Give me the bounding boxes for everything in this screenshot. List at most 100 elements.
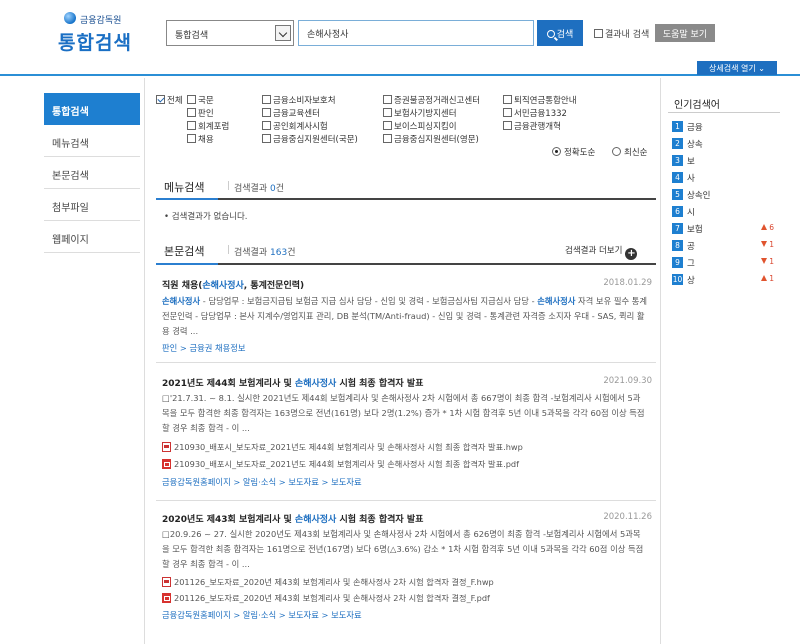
- category-item[interactable]: 보험사기방지센터: [383, 107, 457, 119]
- popular-keyword-item[interactable]: 3보: [672, 155, 776, 167]
- sort-recent[interactable]: 최신순: [612, 146, 647, 158]
- keyword-text: 상속: [687, 140, 703, 150]
- divider: [660, 78, 661, 644]
- within-results-checkbox[interactable]: [594, 29, 603, 38]
- checkbox[interactable]: [187, 95, 196, 104]
- checkbox[interactable]: [383, 95, 392, 104]
- search-input[interactable]: [298, 20, 534, 46]
- help-button[interactable]: 도움말 보기: [655, 24, 715, 42]
- category-item[interactable]: 퇴직연금통합안내: [503, 94, 577, 106]
- category-item[interactable]: 회계포럼: [187, 120, 229, 132]
- category-item[interactable]: 국문: [187, 94, 214, 106]
- more-results-link[interactable]: 검색결과 더보기 +: [565, 244, 638, 260]
- category-item[interactable]: 금융관행개혁: [503, 120, 561, 132]
- rank-badge: 8: [672, 240, 683, 251]
- title-text: 시험 최종 합격자 발표: [336, 515, 424, 525]
- checkbox[interactable]: [503, 95, 512, 104]
- divider: [668, 112, 780, 113]
- category-item[interactable]: 보이스피싱지킴이: [383, 120, 457, 132]
- radio-button[interactable]: [552, 147, 561, 156]
- advanced-search-button[interactable]: 상세검색 열기 ⌄: [697, 61, 777, 75]
- title-text: , 통계전문인력): [243, 281, 305, 291]
- sidebar-item-attachments[interactable]: 첨부파일: [44, 189, 140, 221]
- checkbox[interactable]: [262, 134, 271, 143]
- category-label: 보이스피싱지킴이: [394, 122, 457, 132]
- sidebar-item-webpages[interactable]: 웹페이지: [44, 221, 140, 253]
- popular-keyword-item[interactable]: 10 상 1: [672, 274, 776, 286]
- sidebar-item-body[interactable]: 본문검색: [44, 157, 140, 189]
- category-item[interactable]: 금융소비자보호처: [262, 94, 336, 106]
- divider: [156, 500, 656, 501]
- popular-keyword-item[interactable]: 8공 1: [672, 240, 776, 252]
- scope-select-value: 통합검색: [175, 31, 209, 41]
- globe-icon: [64, 12, 76, 24]
- result-title[interactable]: 2020년도 제43회 보험계리사 및 손해사정사 시험 최종 합격자 발표: [162, 512, 423, 525]
- result-breadcrumb[interactable]: 금융감독원홈페이지 > 알림·소식 > 보도자료 > 보도자료: [162, 609, 362, 621]
- category-item[interactable]: 채용: [187, 133, 214, 145]
- category-item[interactable]: 판인: [187, 107, 214, 119]
- checkbox[interactable]: [262, 95, 271, 104]
- category-label: 금융관행개혁: [514, 122, 561, 132]
- section-underline-active: [156, 198, 218, 200]
- popular-keyword-item[interactable]: 5 상속인: [672, 189, 776, 201]
- scope-select[interactable]: 통합검색: [166, 20, 294, 46]
- checkbox[interactable]: [503, 108, 512, 117]
- category-item[interactable]: 공인회계사시험: [262, 120, 328, 132]
- checkbox[interactable]: [262, 108, 271, 117]
- result-breadcrumb[interactable]: 금융감독원홈페이지 > 알림·소식 > 보도자료 > 보도자료: [162, 476, 362, 488]
- rank-badge: 4: [672, 172, 683, 183]
- section-title[interactable]: 본문검색: [164, 243, 204, 259]
- result-date: 2021.09.30: [603, 376, 652, 386]
- category-label: 금융중심지원센터(국문): [273, 135, 358, 145]
- checkbox[interactable]: [187, 121, 196, 130]
- result-breadcrumb[interactable]: 판인 > 금융권 채용정보: [162, 342, 246, 354]
- arrow-down-icon: [761, 241, 768, 247]
- attachment-name: 210930_배포시_보도자료_2021년도 제44회 보험계리사 및 손해사정…: [174, 459, 519, 469]
- checkbox[interactable]: [503, 121, 512, 130]
- sidebar-item-menu[interactable]: 메뉴검색: [44, 125, 140, 157]
- within-results-option[interactable]: 결과내 검색: [594, 27, 649, 40]
- section-underline: [156, 198, 656, 200]
- checkbox[interactable]: [156, 95, 165, 104]
- attachment-pdf[interactable]: 210930_배포시_보도자료_2021년도 제44회 보험계리사 및 손해사정…: [162, 458, 519, 470]
- radio-button[interactable]: [612, 147, 621, 156]
- rank-badge: 1: [672, 121, 683, 132]
- keyword-text: 보: [687, 157, 695, 167]
- checkbox[interactable]: [383, 121, 392, 130]
- popular-keyword-item[interactable]: 9그 1: [672, 257, 776, 269]
- rank-change-value: 6: [769, 223, 774, 232]
- popular-keyword-item[interactable]: 6시: [672, 206, 776, 218]
- checkbox[interactable]: [187, 134, 196, 143]
- category-item[interactable]: 서민금융1332: [503, 107, 567, 119]
- sidebar-item-integrated[interactable]: 통합검색: [44, 93, 140, 125]
- search-button[interactable]: 검색: [537, 20, 583, 46]
- sort-accuracy[interactable]: 정확도순: [552, 146, 595, 158]
- popular-keyword-item[interactable]: 4사: [672, 172, 776, 184]
- attachment-hwp[interactable]: 201126_보도자료_2020년 제43회 보험계리사 및 손해사정사 2차 …: [162, 576, 494, 588]
- rank-change: 1: [761, 274, 774, 283]
- attachment-name: 201126_보도자료_2020년 제43회 보험계리사 및 손해사정사 2차 …: [174, 577, 494, 587]
- checkbox[interactable]: [262, 121, 271, 130]
- popular-keyword-item[interactable]: 1 금융: [672, 121, 776, 133]
- section-title[interactable]: 메뉴검색: [164, 179, 204, 195]
- checkbox[interactable]: [383, 134, 392, 143]
- category-item[interactable]: 증권불공정거래신고센터: [383, 94, 480, 106]
- result-snippet: □20.9.26 ~ 27. 실시한 2020년도 제43회 보험계리사 및 손…: [162, 529, 644, 569]
- category-item[interactable]: 금융교육센터: [262, 107, 320, 119]
- popular-keyword-item[interactable]: 7 보험 6: [672, 223, 776, 235]
- plus-icon[interactable]: +: [625, 248, 638, 260]
- checkbox[interactable]: [383, 108, 392, 117]
- attachment-pdf[interactable]: 201126_보도자료_2020년 제43회 보험계리사 및 손해사정사 2차 …: [162, 592, 490, 604]
- attachment-hwp[interactable]: 210930_배포시_보도자료_2021년도 제44회 보험계리사 및 손해사정…: [162, 441, 523, 453]
- rank-change-value: 1: [769, 240, 774, 249]
- popular-keyword-item[interactable]: 2 상속: [672, 138, 776, 150]
- result-title[interactable]: 2021년도 제44회 보험계리사 및 손해사정사 시험 최종 합격자 발표: [162, 376, 423, 389]
- checkbox[interactable]: [187, 108, 196, 117]
- chevron-down-icon[interactable]: [275, 25, 291, 41]
- section-underline: [156, 263, 656, 265]
- arrow-down-icon: [761, 258, 768, 264]
- category-item[interactable]: 금융중심지원센터(국문): [262, 133, 358, 145]
- result-title[interactable]: 직원 채용(손해사정사, 통계전문인력): [162, 278, 304, 291]
- category-item[interactable]: 금융중심지원센터(영문): [383, 133, 479, 145]
- category-all[interactable]: 전체: [156, 94, 183, 106]
